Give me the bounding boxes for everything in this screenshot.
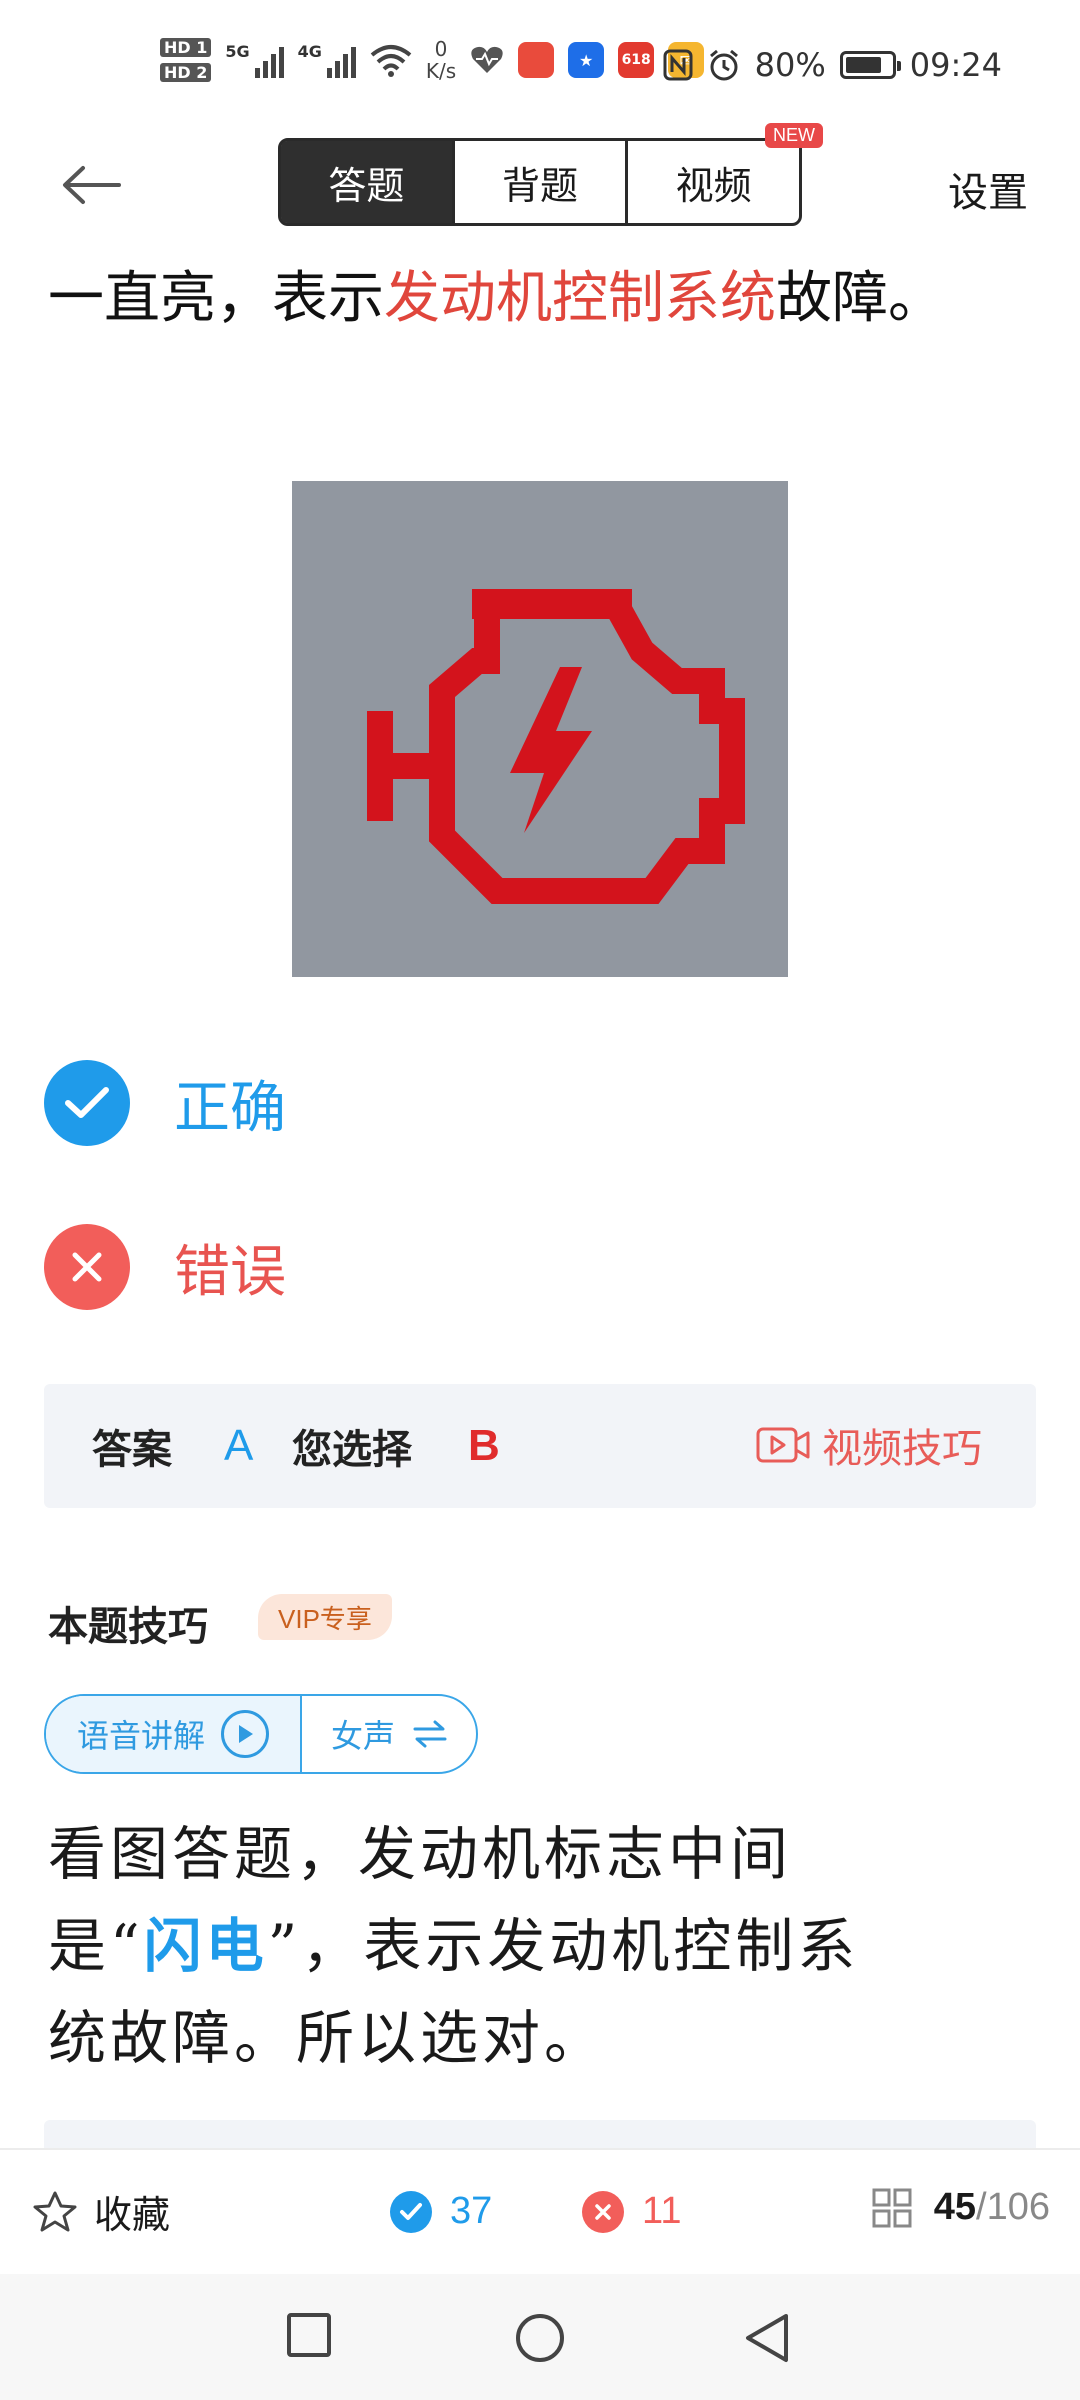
circle-icon: [516, 2314, 564, 2362]
current-question: 45: [933, 2186, 977, 2228]
status-right: 80% 09:24: [663, 46, 1002, 84]
swap-icon: [413, 1720, 447, 1748]
triangle-back-icon: [746, 2314, 788, 2362]
question-text: 一直亮，表示发动机控制系统故障。: [48, 250, 1028, 348]
option-wrong[interactable]: 错误: [44, 1222, 286, 1312]
explain-line-2-start: 是“: [48, 1912, 144, 1980]
x-circle-icon: [582, 2190, 624, 2233]
answer-value: A: [224, 1421, 254, 1470]
network-speed: 0 K/s: [425, 37, 457, 83]
sim-indicators: HD 1 HD 2: [160, 38, 212, 82]
engine-warning-light-icon: [367, 589, 745, 904]
status-bar: HD 1 HD 2 5G 4G 0 K/s ★ 618 ✉ 80% 09:24: [0, 0, 1080, 130]
correct-count-value: 37: [450, 2190, 493, 2232]
shop-app-icon: [518, 42, 555, 78]
question-highlight: 发动机控制系统: [384, 266, 776, 331]
signal-5g-icon: 5G: [225, 42, 284, 78]
video-icon: [756, 1427, 810, 1463]
vip-badge: VIP专享: [258, 1594, 392, 1640]
explain-line-3: 统故障。所以选对。: [48, 2004, 607, 2072]
wrong-count-value: 11: [642, 2190, 682, 2232]
tab-answer[interactable]: 答题: [281, 141, 455, 223]
explain-line-2-end: ”，表示发动机控制系: [267, 1912, 860, 1980]
top-nav: 答题 背题 视频 NEW 设置: [0, 123, 1080, 240]
star-app-icon: ★: [568, 42, 605, 78]
new-badge: NEW: [765, 123, 824, 148]
voice-switch-button[interactable]: 女声: [302, 1696, 476, 1772]
system-navigation-bar: [0, 2274, 1080, 2400]
wifi-icon: [370, 45, 412, 77]
mode-tabs: 答题 背题 视频 NEW: [278, 123, 824, 226]
signal-4g-icon: 4G: [298, 42, 356, 78]
wrong-count: 11: [582, 2190, 681, 2233]
tab-video[interactable]: 视频 NEW: [628, 123, 824, 223]
arrow-left-icon: [63, 166, 121, 204]
health-heart-icon: [471, 46, 503, 73]
back-nav-button[interactable]: [744, 2312, 790, 2368]
tip-explanation: 看图答题，发动机标志中间 是“闪电”，表示发动机控制系 统故障。所以选对。: [48, 1808, 1038, 2084]
correct-count: 37: [390, 2190, 492, 2233]
status-left: HD 1 HD 2 5G 4G 0 K/s ★ 618 ✉: [160, 37, 705, 83]
video-tip-button[interactable]: 视频技巧: [756, 1416, 982, 1474]
answer-label: 答案: [92, 1426, 172, 1473]
option-correct-label: 正确: [174, 1075, 286, 1141]
close-icon: [44, 1224, 130, 1310]
tips-title: 本题技巧: [48, 1603, 208, 1650]
audio-explain-label: 语音讲解: [76, 1717, 205, 1755]
explain-line-2: 是“闪电”，表示发动机控制系: [48, 1900, 1038, 1992]
bottom-bar: 收藏 37 11 45/106: [0, 2148, 1080, 2274]
tab-video-label: 视频: [675, 163, 752, 208]
total-questions: /106: [976, 2186, 1050, 2228]
sale-618-app-icon: 618: [618, 42, 655, 78]
settings-button[interactable]: 设置: [948, 160, 1028, 218]
clock: 09:24: [909, 46, 1002, 84]
tab-review[interactable]: 背题: [455, 141, 629, 223]
back-button[interactable]: [56, 152, 126, 218]
sim2-hd: HD 2: [160, 63, 212, 82]
star-icon: [33, 2191, 77, 2231]
battery-icon: [839, 51, 901, 79]
recent-apps-button[interactable]: [286, 2312, 332, 2362]
question-text-end: 故障。: [776, 266, 944, 331]
alarm-icon: [709, 49, 738, 81]
question-progress-button[interactable]: 45/106: [872, 2186, 1050, 2229]
home-button[interactable]: [514, 2312, 566, 2368]
battery-percent: 80%: [754, 46, 826, 84]
square-icon: [287, 2313, 331, 2357]
audio-explain-button[interactable]: 语音讲解: [46, 1696, 302, 1772]
play-icon: [221, 1710, 269, 1758]
choice-label: 您选择: [292, 1426, 412, 1473]
sim1-hd: HD 1: [160, 38, 212, 57]
question-text-start: 一直亮，表示: [48, 266, 384, 331]
choice-value: B: [468, 1421, 500, 1470]
answer-bar: 答案 A 您选择 B 视频技巧: [44, 1384, 1036, 1508]
audio-explanation-control: 语音讲解 女声: [44, 1694, 478, 1774]
explain-highlight: 闪电: [143, 1912, 268, 1980]
option-wrong-label: 错误: [174, 1239, 286, 1305]
grid-icon: [872, 2188, 912, 2227]
voice-label: 女声: [330, 1717, 395, 1755]
video-tip-label: 视频技巧: [822, 1426, 982, 1472]
check-circle-icon: [390, 2190, 432, 2233]
explain-line-1: 看图答题，发动机标志中间: [48, 1820, 793, 1888]
favorite-label: 收藏: [94, 2193, 171, 2237]
question-image: [292, 481, 788, 977]
option-correct[interactable]: 正确: [44, 1058, 286, 1148]
check-icon: [44, 1060, 130, 1146]
favorite-button[interactable]: 收藏: [32, 2184, 170, 2239]
nfc-icon: [663, 49, 693, 81]
